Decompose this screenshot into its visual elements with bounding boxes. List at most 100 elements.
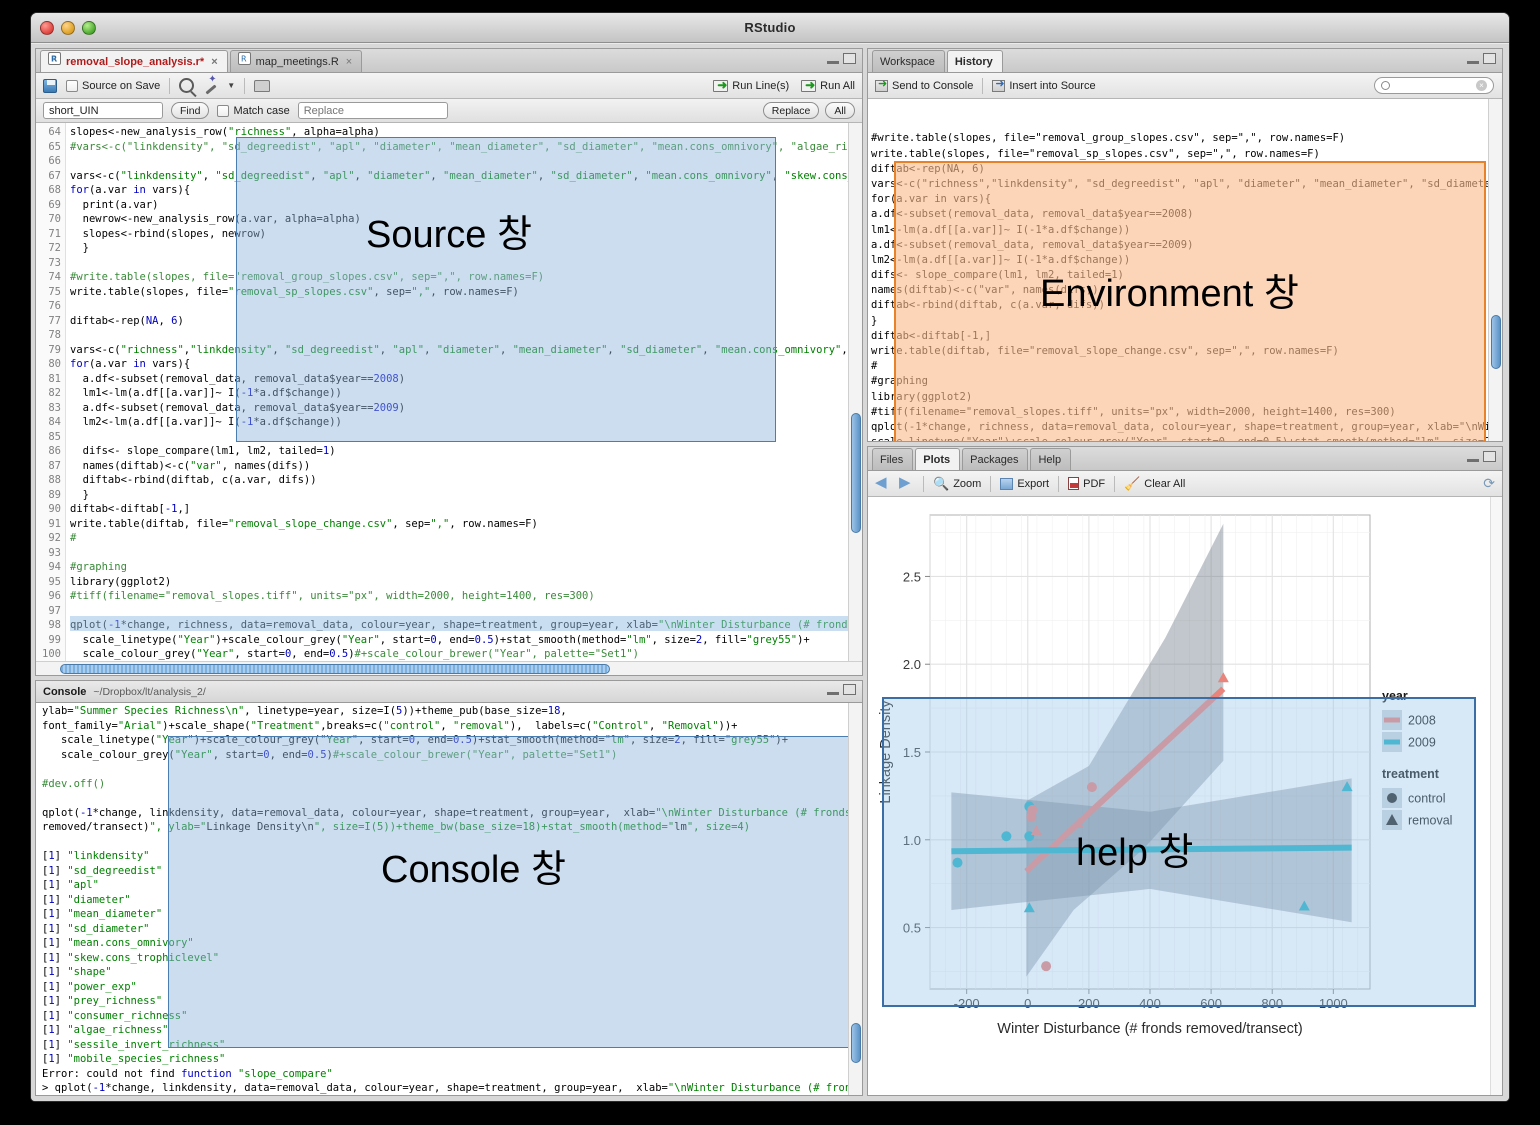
insert-into-source-button[interactable]: Insert into Source — [992, 77, 1096, 92]
run-lines-button[interactable]: Run Line(s) — [713, 78, 789, 92]
maximize-window-button[interactable] — [82, 21, 96, 35]
match-case-checkbox[interactable] — [217, 104, 230, 117]
code-line[interactable] — [70, 430, 862, 445]
send-to-console-button[interactable]: Send to Console — [875, 77, 973, 92]
history-line[interactable]: a.df<-subset(removal_data, removal_data$… — [871, 207, 1502, 222]
code-line[interactable]: scale_colour_grey("Year", start=0, end=0… — [70, 647, 862, 662]
source-tab-strip[interactable]: R removal_slope_analysis.r* × R map_meet… — [36, 49, 862, 73]
console-vscroll-thumb[interactable] — [851, 1023, 861, 1063]
history-line[interactable]: scale_linetype("Year")+scale_colour_grey… — [871, 435, 1502, 441]
code-line[interactable]: print(a.var) — [70, 198, 862, 213]
code-line[interactable]: library(ggplot2) — [70, 575, 862, 590]
history-line[interactable]: lm2<-lm(a.df[[a.var]]~ I(-1*a.df$change)… — [871, 253, 1502, 268]
history-line[interactable]: lm1<-lm(a.df[[a.var]]~ I(-1*a.df$change)… — [871, 223, 1502, 238]
code-line[interactable]: write.table(diftab, file="removal_slope_… — [70, 517, 862, 532]
magic-wand-icon[interactable] — [203, 74, 218, 93]
code-line[interactable]: # — [70, 531, 862, 546]
plots-window-controls[interactable] — [1467, 451, 1496, 462]
match-case-toggle[interactable]: Match case — [217, 104, 290, 117]
code-line[interactable]: #write.table(slopes, file="removal_group… — [70, 270, 862, 285]
history-lines[interactable]: #write.table(slopes, file="removal_group… — [871, 131, 1502, 441]
replace-button[interactable]: Replace — [762, 102, 820, 119]
replace-all-button[interactable]: All — [825, 102, 855, 119]
code-line[interactable]: newrow<-new_analysis_row(a.var, alpha=al… — [70, 212, 862, 227]
code-line[interactable]: diftab<-diftab[-1,] — [70, 502, 862, 517]
code-line[interactable]: lm1<-lm(a.df[[a.var]]~ I(-1*a.df$change)… — [70, 386, 862, 401]
clear-all-button[interactable]: 🧹 Clear All — [1124, 476, 1185, 492]
code-line[interactable]: scale_linetype("Year")+scale_colour_grey… — [70, 633, 862, 648]
code-line[interactable]: for(a.var in vars){ — [70, 183, 862, 198]
arrow-left-icon[interactable]: ◀ — [875, 475, 890, 491]
console-output[interactable]: ylab="Summer Species Richness\n", linety… — [36, 703, 862, 1095]
history-line[interactable]: diftab<-diftab[-1,] — [871, 329, 1502, 344]
arrow-right-icon[interactable]: ▶ — [899, 475, 914, 491]
maximize-pane-icon[interactable] — [1483, 53, 1496, 64]
clear-search-icon[interactable]: × — [1476, 80, 1487, 91]
plots-vertical-scrollbar[interactable] — [1490, 497, 1502, 1095]
plot-canvas[interactable]: -200 0 200 400 600 800 1000 0.5 1.0 1.5 2.0 2.5 Wint… — [868, 497, 1502, 1095]
source-find-bar[interactable]: Find Match case Replace All — [36, 99, 862, 123]
history-line[interactable]: write.table(slopes, file="removal_sp_slo… — [871, 147, 1502, 162]
history-search-field[interactable]: × — [1374, 77, 1494, 94]
source-on-save-toggle[interactable]: Source on Save — [66, 79, 160, 92]
code-line[interactable]: write.table(slopes, file="removal_sp_slo… — [70, 285, 862, 300]
minimize-pane-icon[interactable] — [827, 60, 839, 64]
history-line[interactable]: library(ggplot2) — [871, 390, 1502, 405]
source-code-lines[interactable]: slopes<-new_analysis_row("richness", alp… — [70, 125, 862, 675]
zoom-button[interactable]: 🔍 Zoom — [933, 476, 981, 492]
code-line[interactable]: } — [70, 488, 862, 503]
maximize-pane-icon[interactable] — [843, 53, 856, 64]
console-vertical-scrollbar[interactable] — [848, 703, 862, 1095]
code-line[interactable]: for(a.var in vars){ — [70, 357, 862, 372]
source-pane-window-controls[interactable] — [827, 53, 856, 64]
search-icon[interactable] — [179, 78, 195, 93]
history-line[interactable]: a.df<-subset(removal_data, removal_data$… — [871, 238, 1502, 253]
print-icon[interactable] — [254, 79, 271, 92]
tab-files[interactable]: Files — [872, 448, 914, 470]
history-line[interactable]: names(diftab)<-c("var", names(difs)) — [871, 283, 1502, 298]
code-line[interactable]: } — [70, 241, 862, 256]
export-button[interactable]: Export — [1000, 477, 1049, 490]
chevron-down-icon[interactable]: ▼ — [227, 81, 235, 90]
environment-tab-strip[interactable]: Workspace History — [868, 49, 1502, 73]
minimize-pane-icon[interactable] — [1467, 60, 1479, 64]
run-all-button[interactable]: Run All — [801, 78, 855, 92]
source-editor[interactable]: 64 65 66 67 68 69 70 71 72 73 74 75 76 77 78 79 80 81 82 83… — [36, 123, 862, 675]
code-line[interactable]: names(diftab)<-c("var", names(difs)) — [70, 459, 862, 474]
code-line[interactable]: a.df<-subset(removal_data, removal_data$… — [70, 372, 862, 387]
minimize-window-button[interactable] — [61, 21, 75, 35]
code-line[interactable]: diftab<-rep(NA, 6) — [70, 314, 862, 329]
history-line[interactable]: # — [871, 359, 1502, 374]
environment-window-controls[interactable] — [1467, 53, 1496, 64]
code-line[interactable]: diftab<-rbind(diftab, c(a.var, difs)) — [70, 473, 862, 488]
code-line[interactable] — [70, 604, 862, 619]
history-line[interactable]: } — [871, 314, 1502, 329]
minimize-pane-icon[interactable] — [827, 691, 839, 695]
tab-removal-slope-analysis[interactable]: R removal_slope_analysis.r* × — [40, 50, 228, 72]
code-line[interactable] — [70, 299, 862, 314]
history-line[interactable]: #tiff(filename="removal_slopes.tiff", un… — [871, 405, 1502, 420]
tab-map-meetings[interactable]: R map_meetings.R × — [229, 50, 363, 72]
source-horizontal-scrollbar[interactable] — [36, 661, 862, 675]
code-line[interactable]: vars<-c("linkdensity", "sd_degreedist", … — [70, 169, 862, 184]
history-line[interactable]: #graphing — [871, 374, 1502, 389]
source-toolbar[interactable]: Source on Save ▼ Run Line(s) — [36, 73, 862, 99]
tab-help[interactable]: Help — [1030, 448, 1072, 470]
find-input[interactable] — [43, 102, 163, 119]
tab-plots[interactable]: Plots — [915, 448, 961, 470]
save-icon[interactable] — [43, 78, 57, 93]
history-vscroll-thumb[interactable] — [1491, 315, 1501, 369]
code-line[interactable] — [70, 328, 862, 343]
history-toolbar[interactable]: Send to Console Insert into Source × — [868, 73, 1502, 99]
tab-workspace[interactable]: Workspace — [872, 50, 945, 72]
source-vscroll-thumb[interactable] — [851, 413, 861, 533]
source-hscroll-thumb[interactable] — [60, 664, 610, 674]
history-line[interactable]: write.table(diftab, file="removal_slope_… — [871, 344, 1502, 359]
code-line[interactable]: qplot(-1*change, richness, data=removal_… — [70, 618, 862, 633]
source-vertical-scrollbar[interactable] — [848, 123, 862, 675]
history-line[interactable]: qplot(-1*change, richness, data=removal_… — [871, 420, 1502, 435]
code-line[interactable] — [70, 546, 862, 561]
plots-toolbar[interactable]: ◀ ▶ 🔍 Zoom Export PDF 🧹 Clear All ⟳ — [868, 471, 1502, 497]
code-line[interactable]: slopes<-new_analysis_row("richness", alp… — [70, 125, 862, 140]
history-line[interactable]: vars<-c("richness","linkdensity", "sd_de… — [871, 177, 1502, 192]
